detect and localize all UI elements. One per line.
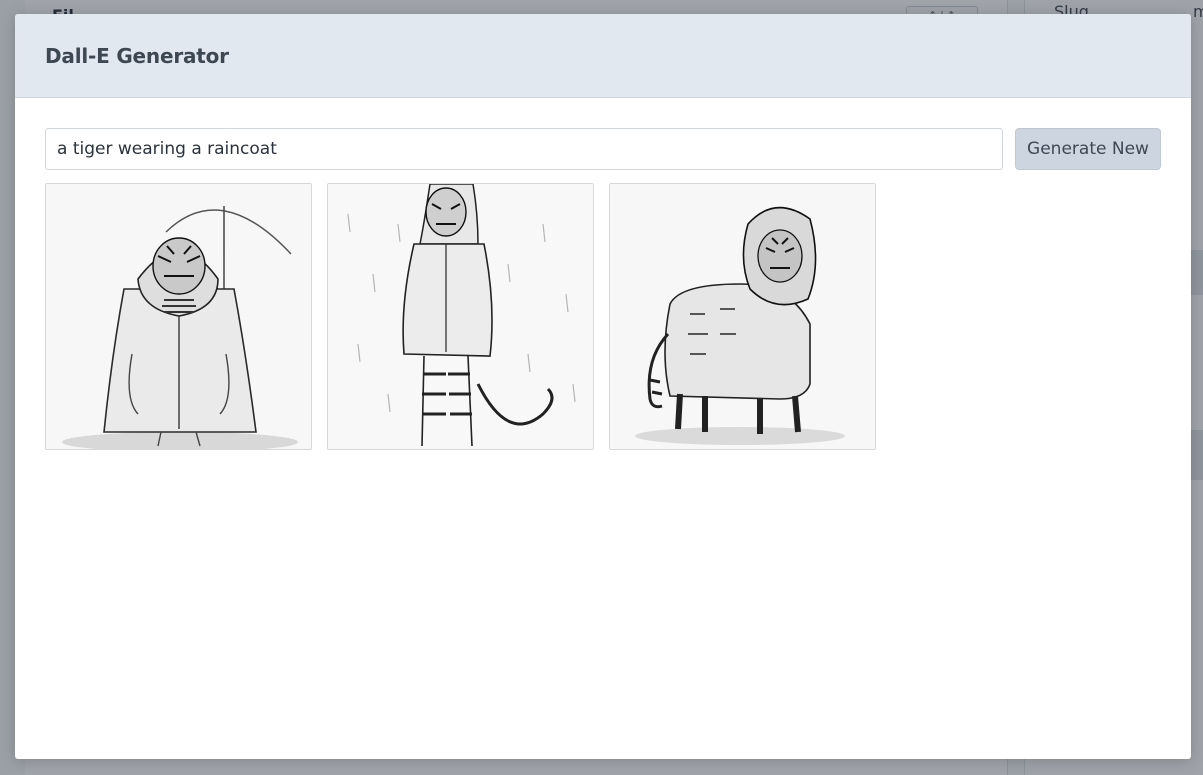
modal-header: Dall-E Generator bbox=[15, 14, 1191, 98]
tiger-umbrella-image bbox=[46, 184, 311, 449]
generate-new-button[interactable]: Generate New bbox=[1015, 128, 1161, 170]
tiger-rain-image bbox=[328, 184, 593, 449]
generated-image-3[interactable] bbox=[609, 183, 876, 450]
tiger-four-legs-image bbox=[610, 184, 875, 449]
prompt-row: Generate New bbox=[45, 128, 1161, 170]
dalle-generator-modal: Dall-E Generator Generate New bbox=[15, 14, 1191, 759]
modal-title: Dall-E Generator bbox=[45, 43, 229, 68]
generated-image-2[interactable] bbox=[327, 183, 594, 450]
generated-image-1[interactable] bbox=[45, 183, 312, 450]
prompt-input[interactable] bbox=[45, 128, 1003, 170]
